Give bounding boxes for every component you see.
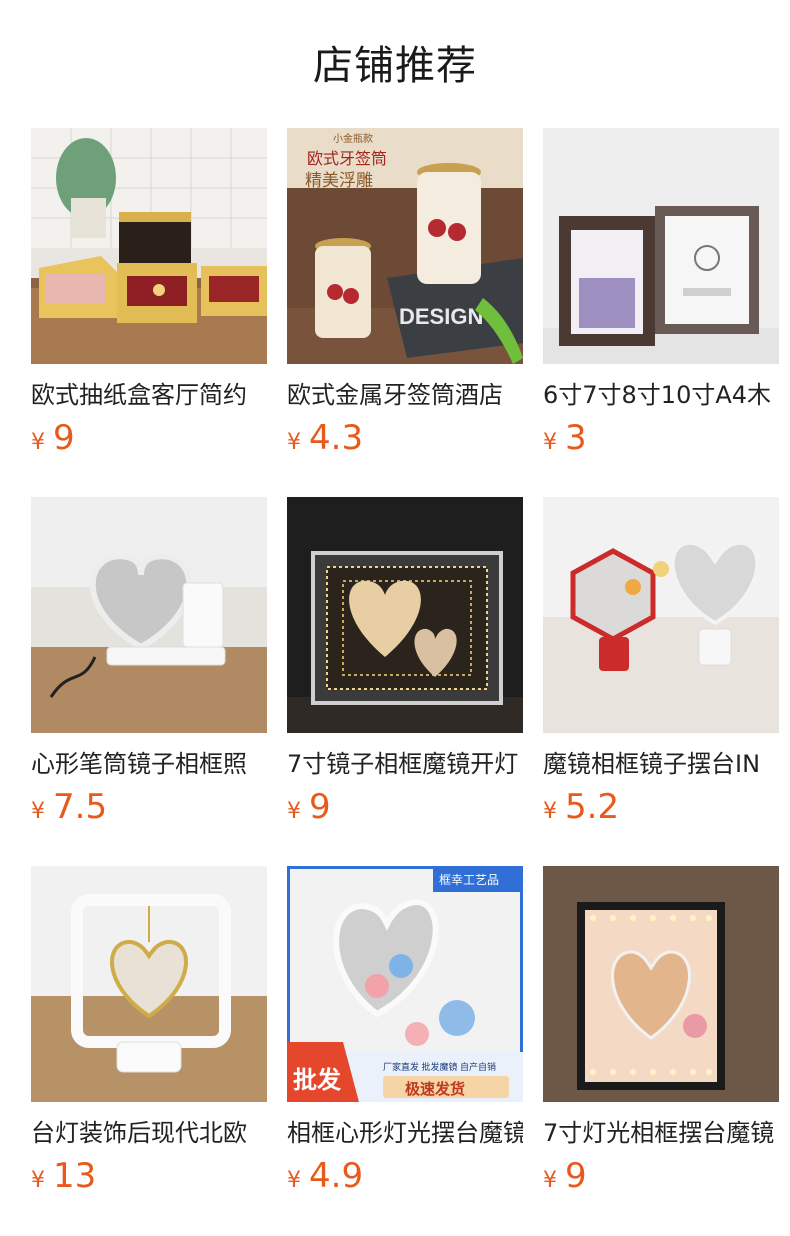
image-title-text: 欧式牙签筒 bbox=[307, 150, 387, 168]
currency-symbol: ¥ bbox=[31, 430, 45, 455]
product-title[interactable]: 相框心形灯光摆台魔镜 bbox=[287, 1118, 523, 1148]
product-card[interactable]: 框幸工艺品 批发 厂家直发 批发魔镜 自产自销 极速发货 相框心形灯光摆台魔镜 … bbox=[287, 866, 523, 1235]
section-title: 店铺推荐 bbox=[313, 43, 477, 89]
currency-symbol: ¥ bbox=[543, 430, 557, 455]
product-image-heart-mirror-pen-holder[interactable] bbox=[31, 497, 267, 733]
product-image-gold-tissue-box[interactable] bbox=[31, 128, 267, 364]
store-recommendations-page: 店铺推荐 欧式抽纸盒客厅简约 ¥ 9 DESIGN 小金瓶款 欧式牙签筒 精美浮… bbox=[0, 0, 790, 1236]
product-title[interactable]: 欧式抽纸盒客厅简约 bbox=[31, 380, 267, 410]
product-title[interactable]: 6寸7寸8寸10寸A4木 bbox=[543, 380, 779, 410]
product-card[interactable]: DESIGN 小金瓶款 欧式牙签筒 精美浮雕 欧式金属牙签筒酒店 ¥ 4.3 bbox=[287, 128, 523, 497]
book-text: DESIGN bbox=[399, 304, 483, 329]
product-price: ¥ 4.9 bbox=[287, 1156, 523, 1196]
price-value: 3 bbox=[565, 418, 587, 458]
product-title[interactable]: 欧式金属牙签筒酒店 bbox=[287, 380, 523, 410]
product-card[interactable]: 魔镜相框镜子摆台IN ¥ 5.2 bbox=[543, 497, 779, 866]
product-image-heart-light-stand[interactable]: 框幸工艺品 批发 厂家直发 批发魔镜 自产自销 极速发货 bbox=[287, 866, 523, 1102]
product-grid: 欧式抽纸盒客厅简约 ¥ 9 DESIGN 小金瓶款 欧式牙签筒 精美浮雕 欧式金… bbox=[31, 128, 779, 1235]
section-header: 店铺推荐 bbox=[0, 0, 790, 128]
price-value: 7.5 bbox=[53, 787, 108, 827]
product-image-toothpick-holder[interactable]: DESIGN 小金瓶款 欧式牙签筒 精美浮雕 bbox=[287, 128, 523, 364]
image-badge-text: 批发 bbox=[293, 1066, 341, 1094]
product-title[interactable]: 魔镜相框镜子摆台IN bbox=[543, 749, 779, 779]
product-price: ¥ 9 bbox=[31, 418, 267, 458]
product-card[interactable]: 6寸7寸8寸10寸A4木 ¥ 3 bbox=[543, 128, 779, 497]
currency-symbol: ¥ bbox=[543, 1168, 557, 1193]
price-value: 9 bbox=[53, 418, 75, 458]
currency-symbol: ¥ bbox=[31, 799, 45, 824]
price-value: 4.9 bbox=[309, 1156, 364, 1196]
product-card[interactable]: 欧式抽纸盒客厅简约 ¥ 9 bbox=[31, 128, 267, 497]
product-title[interactable]: 7寸镜子相框魔镜开灯 bbox=[287, 749, 523, 779]
product-image-wooden-photo-frames[interactable] bbox=[543, 128, 779, 364]
product-card[interactable]: 7寸镜子相框魔镜开灯 ¥ 9 bbox=[287, 497, 523, 866]
image-brand-text: 框幸工艺品 bbox=[439, 873, 499, 887]
currency-symbol: ¥ bbox=[31, 1168, 45, 1193]
image-cta-text: 极速发货 bbox=[405, 1080, 465, 1098]
product-title[interactable]: 7寸灯光相框摆台魔镜 bbox=[543, 1118, 779, 1148]
price-value: 5.2 bbox=[565, 787, 620, 827]
currency-symbol: ¥ bbox=[287, 430, 301, 455]
product-price: ¥ 4.3 bbox=[287, 418, 523, 458]
image-line-text: 厂家直发 批发魔镜 自产自销 bbox=[383, 1061, 496, 1072]
product-price: ¥ 5.2 bbox=[543, 787, 779, 827]
product-price: ¥ 3 bbox=[543, 418, 779, 458]
product-image-magic-mirror-stands[interactable] bbox=[543, 497, 779, 733]
currency-symbol: ¥ bbox=[287, 1168, 301, 1193]
product-title[interactable]: 心形笔筒镜子相框照 bbox=[31, 749, 267, 779]
product-card[interactable]: 台灯装饰后现代北欧 ¥ 13 bbox=[31, 866, 267, 1235]
product-card[interactable]: 7寸灯光相框摆台魔镜 ¥ 9 bbox=[543, 866, 779, 1235]
price-value: 13 bbox=[53, 1156, 97, 1196]
product-card[interactable]: 心形笔筒镜子相框照 ¥ 7.5 bbox=[31, 497, 267, 866]
image-subtitle-text: 精美浮雕 bbox=[305, 171, 373, 190]
product-price: ¥ 7.5 bbox=[31, 787, 267, 827]
product-title[interactable]: 台灯装饰后现代北欧 bbox=[31, 1118, 267, 1148]
price-value: 9 bbox=[565, 1156, 587, 1196]
product-price: ¥ 9 bbox=[543, 1156, 779, 1196]
product-price: ¥ 13 bbox=[31, 1156, 267, 1196]
product-image-infinity-mirror-frame[interactable] bbox=[287, 497, 523, 733]
currency-symbol: ¥ bbox=[543, 799, 557, 824]
product-image-lit-photo-frame[interactable] bbox=[543, 866, 779, 1102]
product-price: ¥ 9 bbox=[287, 787, 523, 827]
price-value: 4.3 bbox=[309, 418, 364, 458]
currency-symbol: ¥ bbox=[287, 799, 301, 824]
price-value: 9 bbox=[309, 787, 331, 827]
image-tag-text: 小金瓶款 bbox=[333, 132, 373, 145]
product-image-heart-lamp[interactable] bbox=[31, 866, 267, 1102]
